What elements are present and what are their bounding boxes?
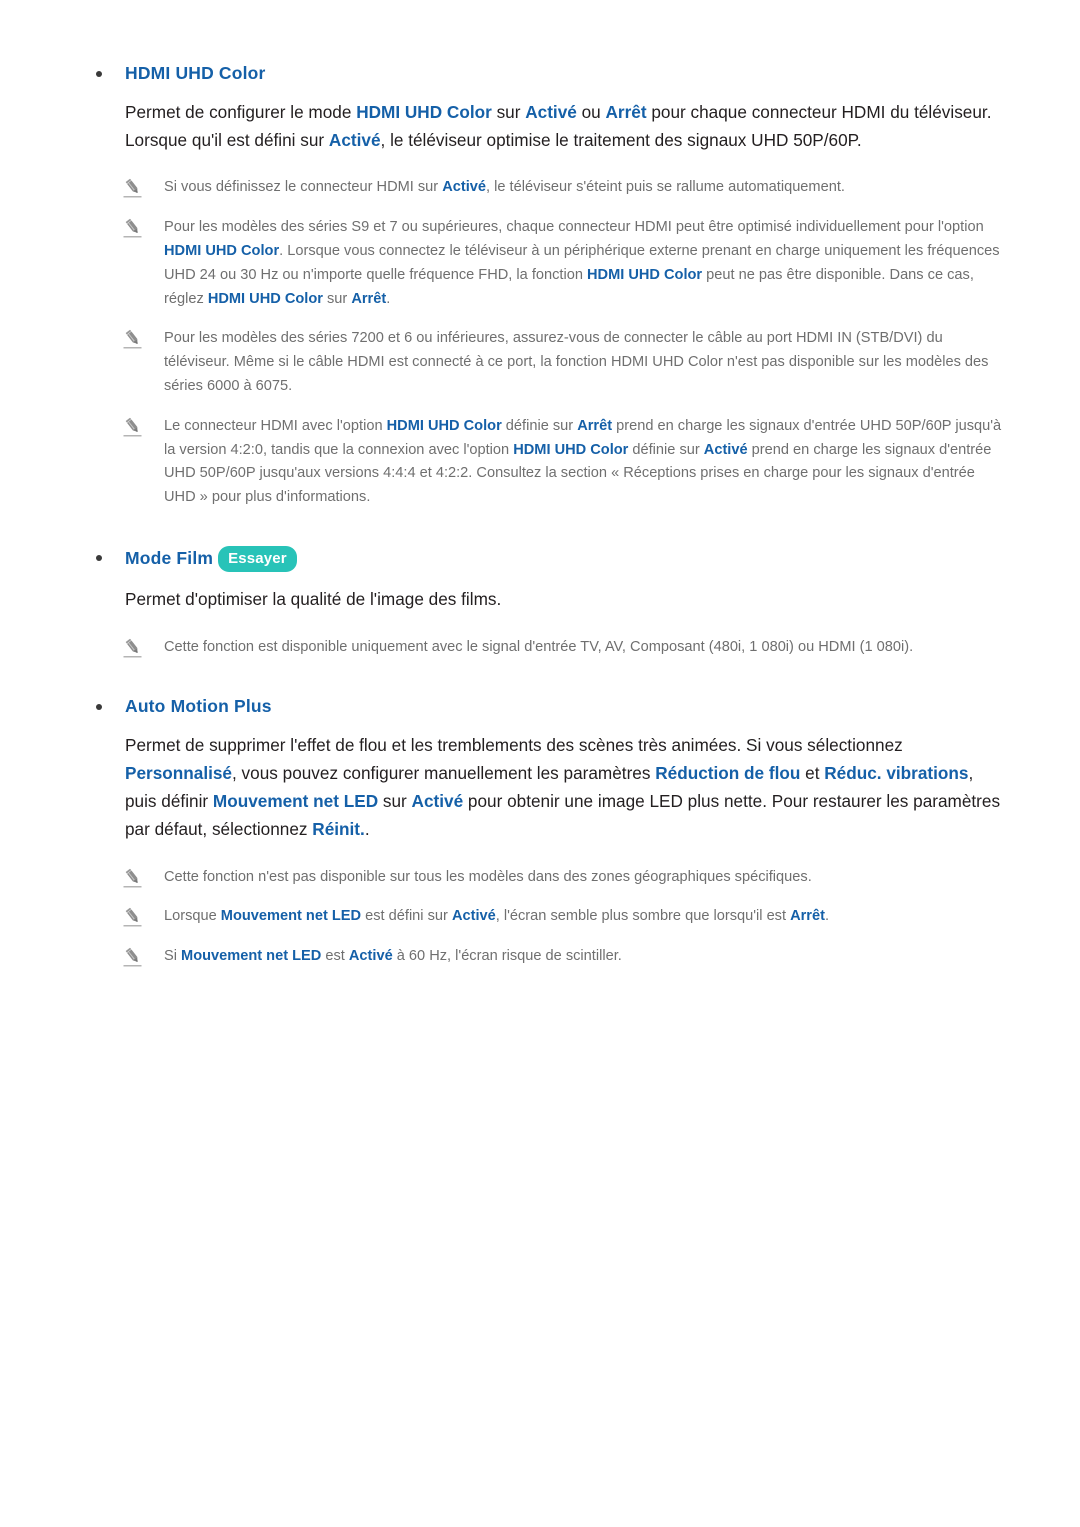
- pencil-icon: [122, 868, 144, 889]
- heading-row: Mode Film Essayer: [125, 545, 1006, 572]
- pencil-icon: [122, 218, 144, 239]
- section-body-hdmi-uhd-color: Permet de configurer le mode HDMI UHD Co…: [125, 101, 992, 150]
- note-group-auto-motion-plus: Cette fonction n'est pas disponible sur …: [74, 866, 1006, 969]
- emphasis-term: Personnalisé: [125, 763, 232, 784]
- note-text: Pour les modèles des séries 7200 et 6 ou…: [164, 330, 989, 394]
- note-item: Si Mouvement net LED est Activé à 60 Hz,…: [74, 945, 1006, 969]
- pencil-icon: [122, 638, 144, 659]
- section-body-mode-film: Permet d'optimiser la qualité de l'image…: [125, 588, 502, 609]
- emphasis-term: HDMI UHD Color: [513, 441, 629, 458]
- note-text: Si Mouvement net LED est Activé à 60 Hz,…: [164, 948, 622, 965]
- pencil-icon: [122, 947, 144, 968]
- emphasis-term: Arrêt: [605, 101, 647, 122]
- section-heading-hdmi-uhd-color: HDMI UHD Color: [74, 62, 1006, 85]
- note-text: Si vous définissez le connecteur HDMI su…: [164, 179, 845, 196]
- emphasis-term: Mouvement net LED: [212, 790, 379, 811]
- emphasis-term: Arrêt: [790, 908, 825, 925]
- emphasis-term: Activé: [442, 179, 487, 196]
- document-page: HDMI UHD Color Permet de configurer le mo…: [0, 0, 1080, 1527]
- heading-row: Auto Motion Plus: [125, 695, 1006, 718]
- emphasis-term: HDMI UHD Color: [164, 243, 280, 260]
- note-text: Lorsque Mouvement net LED est défini sur…: [164, 908, 830, 925]
- bullet-dot-icon: [96, 554, 102, 561]
- emphasis-term: Réduction de flou: [655, 763, 801, 784]
- heading-row: HDMI UHD Color: [125, 62, 1006, 85]
- emphasis-term: Arrêt: [577, 417, 613, 434]
- emphasis-term: Activé: [328, 129, 381, 150]
- emphasis-term: Activé: [348, 948, 393, 965]
- emphasis-term: HDMI UHD Color: [586, 266, 703, 283]
- note-item: Pour les modèles des séries 7200 et 6 ou…: [74, 327, 1006, 398]
- try-badge[interactable]: Essayer: [218, 545, 297, 572]
- emphasis-term: Arrêt: [351, 290, 387, 307]
- note-text: Cette fonction est disponible uniquement…: [164, 638, 914, 655]
- emphasis-term: Activé: [411, 790, 464, 811]
- heading-label: Auto Motion Plus: [125, 696, 272, 717]
- note-text: Pour les modèles des séries S9 et 7 ou s…: [164, 219, 1000, 307]
- pencil-icon: [122, 907, 144, 928]
- note-item: Lorsque Mouvement net LED est défini sur…: [74, 905, 1006, 929]
- emphasis-term: Mouvement net LED: [181, 948, 322, 965]
- section-body-auto-motion-plus: Permet de supprimer l'effet de flou et l…: [125, 735, 1001, 839]
- emphasis-term: Mouvement net LED: [220, 908, 362, 925]
- note-item: Cette fonction n'est pas disponible sur …: [74, 866, 1006, 890]
- bullet-dot-icon: [96, 704, 102, 711]
- document-content: HDMI UHD Color Permet de configurer le mo…: [74, 62, 1006, 1005]
- note-item: Si vous définissez le connecteur HDMI su…: [74, 176, 1006, 200]
- emphasis-term: Réinit.: [312, 818, 365, 839]
- section-heading-mode-film: Mode Film Essayer: [74, 545, 1006, 572]
- note-group-hdmi-uhd-color: Si vous définissez le connecteur HDMI su…: [74, 176, 1006, 509]
- pencil-icon: [122, 329, 144, 350]
- emphasis-term: HDMI UHD Color: [386, 417, 502, 434]
- heading-label: HDMI UHD Color: [125, 63, 266, 83]
- pencil-icon: [122, 178, 144, 199]
- note-group-mode-film: Cette fonction est disponible uniquement…: [74, 636, 1006, 660]
- emphasis-term: Réduc. vibrations: [824, 763, 969, 784]
- note-item: Cette fonction est disponible uniquement…: [74, 636, 1006, 660]
- emphasis-term: HDMI UHD Color: [207, 290, 323, 307]
- emphasis-term: Activé: [525, 101, 577, 122]
- emphasis-term: HDMI UHD Color: [356, 101, 492, 122]
- section-heading-auto-motion-plus: Auto Motion Plus: [74, 695, 1006, 718]
- emphasis-term: Activé: [451, 908, 496, 925]
- emphasis-term: Activé: [703, 441, 748, 458]
- note-text: Cette fonction n'est pas disponible sur …: [164, 868, 812, 885]
- note-item: Le connecteur HDMI avec l'option HDMI UH…: [74, 415, 1006, 510]
- heading-label: Mode Film: [125, 548, 214, 569]
- note-item: Pour les modèles des séries S9 et 7 ou s…: [74, 216, 1006, 311]
- bullet-dot-icon: [96, 71, 102, 77]
- note-text: Le connecteur HDMI avec l'option HDMI UH…: [164, 417, 1002, 506]
- pencil-icon: [122, 417, 144, 438]
